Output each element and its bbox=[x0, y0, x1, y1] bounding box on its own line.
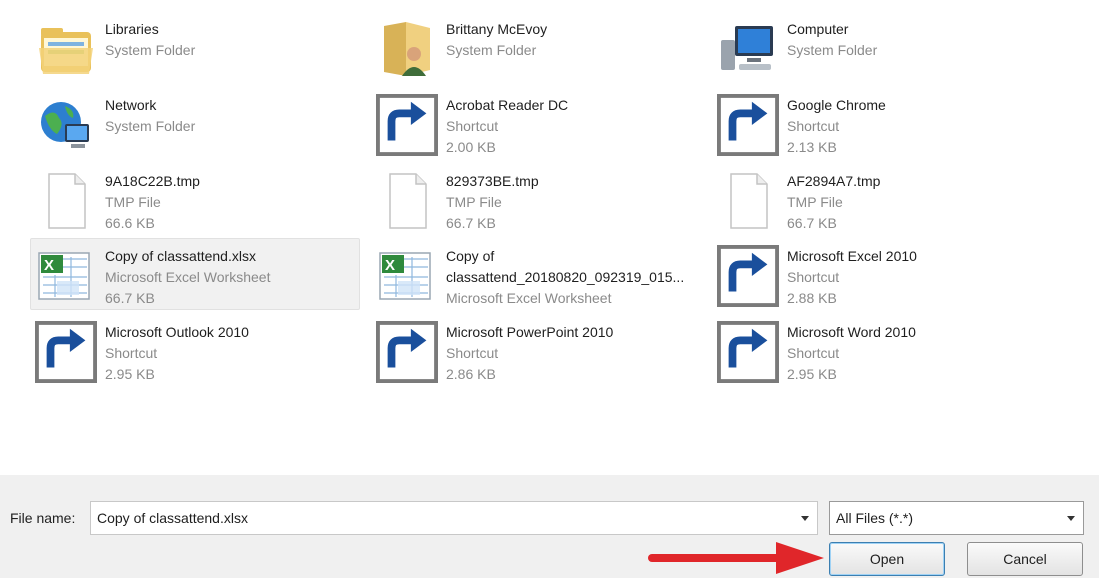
acrobat-icon bbox=[376, 94, 438, 156]
libraries-folder-icon bbox=[35, 18, 97, 80]
file-type-text: System Folder bbox=[446, 42, 537, 58]
shortcut-arrow-icon bbox=[376, 94, 438, 156]
file-type-text: Shortcut bbox=[787, 345, 840, 361]
shortcut-arrow-icon bbox=[717, 321, 779, 383]
file-type-text: TMP File bbox=[787, 194, 843, 210]
file-type-text: Shortcut bbox=[787, 269, 840, 285]
shortcut-arrow-icon bbox=[376, 321, 438, 383]
file-item[interactable]: W Microsoft Word 2010 Shortcut 2.95 KB bbox=[712, 314, 1042, 386]
file-item[interactable]: O Microsoft Outlook 2010 Shortcut 2.95 KB bbox=[30, 314, 360, 386]
file-type-text: Microsoft Excel Worksheet bbox=[105, 269, 271, 285]
file-name-text: Microsoft PowerPoint 2010 bbox=[446, 324, 614, 340]
file-name-text: Microsoft Outlook 2010 bbox=[105, 324, 249, 340]
file-name-text: Copy of bbox=[446, 248, 495, 264]
chevron-down-icon[interactable] bbox=[1067, 516, 1075, 521]
cancel-button[interactable]: Cancel bbox=[967, 542, 1083, 576]
red-arrow-annotation-icon bbox=[648, 542, 824, 574]
file-type-select[interactable]: All Files (*.*) bbox=[829, 501, 1084, 535]
file-item[interactable]: X Microsoft Excel 2010 Shortcut 2.88 KB bbox=[712, 238, 1042, 310]
file-item[interactable]: P Microsoft PowerPoint 2010 Shortcut 2.86 … bbox=[371, 314, 701, 386]
file-size-text: 66.7 KB bbox=[787, 215, 837, 231]
file-item[interactable]: Computer System Folder bbox=[712, 11, 1042, 83]
file-size-text: 2.88 KB bbox=[787, 290, 837, 306]
chevron-down-icon[interactable] bbox=[801, 516, 809, 521]
shortcut-arrow-icon bbox=[717, 94, 779, 156]
file-size-text: 66.7 KB bbox=[105, 290, 155, 306]
open-button[interactable]: Open bbox=[829, 542, 945, 576]
file-item[interactable]: AF2894A7.tmp TMP File 66.7 KB bbox=[712, 163, 1042, 235]
file-size-text: 2.13 KB bbox=[787, 139, 837, 155]
word-app-icon: W bbox=[717, 321, 779, 383]
file-item[interactable]: 829373BE.tmp TMP File 66.7 KB bbox=[371, 163, 701, 235]
file-item[interactable]: X Copy of classattend.xlsx Microsoft Exce… bbox=[30, 238, 360, 310]
blank-file-icon bbox=[717, 170, 779, 232]
file-type-text: TMP File bbox=[105, 194, 161, 210]
file-name-text: Brittany McEvoy bbox=[446, 21, 548, 37]
file-size-text: 2.00 KB bbox=[446, 139, 496, 155]
file-type-value: All Files (*.*) bbox=[836, 510, 914, 526]
excel-app-icon: X bbox=[717, 245, 779, 307]
file-name-text: Copy of classattend.xlsx bbox=[105, 248, 256, 264]
file-name-text: Acrobat Reader DC bbox=[446, 97, 569, 113]
file-type-text: System Folder bbox=[105, 118, 196, 134]
blank-file-icon bbox=[376, 170, 438, 232]
file-item[interactable]: Network System Folder bbox=[30, 87, 360, 159]
file-type-text: System Folder bbox=[787, 42, 878, 58]
file-type-text: Microsoft Excel Worksheet bbox=[446, 290, 612, 306]
file-name-text: 9A18C22B.tmp bbox=[105, 173, 200, 189]
powerpoint-app-icon: P bbox=[376, 321, 438, 383]
svg-text:X: X bbox=[44, 257, 54, 274]
file-name-combobox[interactable] bbox=[90, 501, 818, 535]
file-item[interactable]: Libraries System Folder bbox=[30, 11, 360, 83]
user-folder-icon bbox=[376, 18, 438, 80]
file-size-text: 2.95 KB bbox=[105, 366, 155, 382]
file-item[interactable]: Brittany McEvoy System Folder bbox=[371, 11, 701, 83]
shortcut-arrow-icon bbox=[717, 245, 779, 307]
excel-worksheet-icon: X bbox=[35, 245, 97, 307]
file-type-text: Shortcut bbox=[446, 345, 499, 361]
file-size-text: 2.95 KB bbox=[787, 366, 837, 382]
file-name-label: File name: bbox=[10, 510, 76, 526]
file-size-text: 2.86 KB bbox=[446, 366, 496, 382]
file-name-text: Computer bbox=[787, 21, 849, 37]
file-item[interactable]: X Copy of classattend_20180820_092319_015… bbox=[371, 238, 701, 310]
file-name-input[interactable] bbox=[97, 508, 787, 528]
file-name-text: Google Chrome bbox=[787, 97, 886, 113]
file-list-pane: Libraries System Folder Brittany McEvoy Sy… bbox=[0, 0, 1099, 475]
file-name-text: Microsoft Word 2010 bbox=[787, 324, 916, 340]
file-type-text: Shortcut bbox=[105, 345, 158, 361]
file-name-text: Libraries bbox=[105, 21, 159, 37]
file-type-text: Shortcut bbox=[446, 118, 499, 134]
file-name-text: AF2894A7.tmp bbox=[787, 173, 881, 189]
file-item[interactable]: 9A18C22B.tmp TMP File 66.6 KB bbox=[30, 163, 360, 235]
file-type-text: TMP File bbox=[446, 194, 502, 210]
file-name-text: Microsoft Excel 2010 bbox=[787, 248, 917, 264]
svg-text:X: X bbox=[385, 257, 395, 274]
file-item[interactable]: Google Chrome Shortcut 2.13 KB bbox=[712, 87, 1042, 159]
file-name-text: Network bbox=[105, 97, 157, 113]
file-size-text: 66.6 KB bbox=[105, 215, 155, 231]
file-type-text: Shortcut bbox=[787, 118, 840, 134]
excel-worksheet-icon: X bbox=[376, 245, 438, 307]
chrome-icon bbox=[717, 94, 779, 156]
file-type-text: System Folder bbox=[105, 42, 196, 58]
outlook-app-icon: O bbox=[35, 321, 97, 383]
file-name-text: 829373BE.tmp bbox=[446, 173, 539, 189]
blank-file-icon bbox=[35, 170, 97, 232]
computer-icon bbox=[717, 18, 779, 80]
file-name-text-line2: classattend_20180820_092319_015... bbox=[446, 269, 685, 285]
file-item[interactable]: Acrobat Reader DC Shortcut 2.00 KB bbox=[371, 87, 701, 159]
file-size-text: 66.7 KB bbox=[446, 215, 496, 231]
network-icon bbox=[35, 94, 97, 156]
shortcut-arrow-icon bbox=[35, 321, 97, 383]
